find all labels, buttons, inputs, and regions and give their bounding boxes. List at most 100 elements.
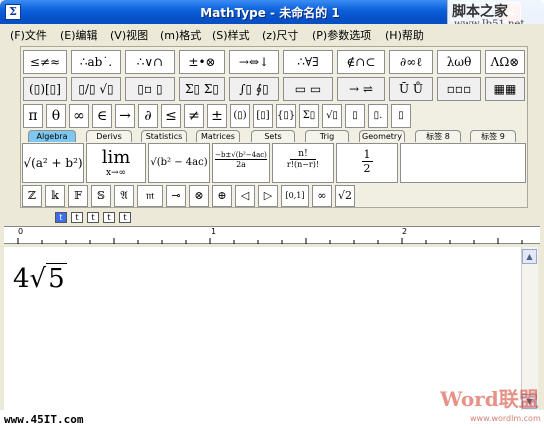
menu-help[interactable]: (H)帮助 xyxy=(385,27,424,43)
symbol-element-of[interactable]: ∈ xyxy=(92,104,112,128)
tab-geometry[interactable]: Geometry xyxy=(359,130,405,142)
template-subscript[interactable]: ▯. xyxy=(368,104,388,128)
palette-labeled-arrows[interactable]: → ⇌ xyxy=(337,77,385,101)
template-combination-num: n! xyxy=(290,149,316,160)
template-braces[interactable]: {▯} xyxy=(276,104,296,128)
palette-summations[interactable]: Σ▯ Σ▯ xyxy=(179,77,225,101)
template-sqrt[interactable]: √▯ xyxy=(322,104,342,128)
menu-view[interactable]: (V)视图 xyxy=(110,27,148,43)
symbol-sqrt-2[interactable]: √2 xyxy=(335,185,355,207)
symbol-triangle-left[interactable]: ◁ xyxy=(235,185,255,207)
watermark-right: Word联盟 xyxy=(440,387,539,411)
equation[interactable]: 4√5 xyxy=(13,263,67,294)
template-limit-label: lim xyxy=(101,147,131,168)
symbol-oplus[interactable]: ⊕ xyxy=(212,185,232,207)
symbol-interval[interactable]: [0,1] xyxy=(281,185,309,207)
template-pythagorean-sqrt[interactable]: √(a² + b²) xyxy=(22,143,84,183)
window-title: MathType - 未命名的 1 xyxy=(200,6,340,20)
template-quadratic-num: −b±√(b²−4ac) xyxy=(215,151,267,160)
nudge-button-1[interactable]: t xyxy=(55,212,67,223)
palette-spaces[interactable]: ∴ab˙. xyxy=(71,50,121,74)
template-quadratic[interactable]: −b±√(b²−4ac) 2a xyxy=(212,143,270,183)
palette-misc[interactable]: ∂∞ℓ xyxy=(389,50,433,74)
symbol-partial[interactable]: ∂ xyxy=(138,104,158,128)
tab-8[interactable]: 标签 8 xyxy=(415,130,461,142)
palette-fences[interactable]: (▯)[▯] xyxy=(23,77,67,101)
symbol-theta[interactable]: θ xyxy=(46,104,66,128)
tab-matrices[interactable]: Matrices xyxy=(196,130,240,142)
tab-sets[interactable]: Sets xyxy=(251,130,295,142)
app-icon[interactable]: Σ xyxy=(5,4,21,20)
symbol-otimes[interactable]: ⊗ xyxy=(189,185,209,207)
symbol-multimap[interactable]: ⊸ xyxy=(166,185,186,207)
palette-greek-upper[interactable]: ΛΩ⊗ xyxy=(485,50,525,74)
symbol-less-equal[interactable]: ≤ xyxy=(161,104,181,128)
nudge-button-3[interactable]: t xyxy=(87,212,99,223)
template-combination[interactable]: n! r!(n−r)! xyxy=(272,143,334,183)
tab-trig[interactable]: Trig xyxy=(305,130,349,142)
ruler-ticks xyxy=(17,238,523,244)
template-superscript[interactable]: ▯ xyxy=(345,104,365,128)
template-pythagorean-label: √(a² + b²) xyxy=(23,156,83,170)
symbol-fraktur-m[interactable]: 𝔪 xyxy=(137,185,163,207)
template-half[interactable]: 1 2 xyxy=(336,143,398,183)
palette-logic[interactable]: ∴∀∃ xyxy=(283,50,333,74)
template-sub-superscript[interactable]: ▯ xyxy=(391,104,411,128)
palette-products[interactable]: Ū Ů xyxy=(389,77,433,101)
tab-9[interactable]: 标签 9 xyxy=(470,130,516,142)
template-combination-den: r!(n−r)! xyxy=(286,160,320,169)
tab-algebra[interactable]: Algebra xyxy=(28,130,76,142)
tab-statistics[interactable]: Statistics xyxy=(141,130,187,142)
menu-edit[interactable]: (E)编辑 xyxy=(60,27,98,43)
template-half-num: 1 xyxy=(361,148,373,162)
palette-embellishments[interactable]: ∴∨∩ xyxy=(125,50,175,74)
palette-integrals[interactable]: ∫▯ ∮▯ xyxy=(229,77,279,101)
template-discriminant-label: √(b² − 4ac) xyxy=(150,157,208,168)
palette-greek-lower[interactable]: λωθ xyxy=(437,50,481,74)
equation-radical-sign: √ xyxy=(29,264,47,294)
nudge-button-5[interactable]: t xyxy=(119,212,131,223)
template-empty-slot[interactable] xyxy=(400,143,526,183)
symbol-pi[interactable]: π xyxy=(23,104,43,128)
symbol-arrow-right[interactable]: → xyxy=(115,104,135,128)
menu-size[interactable]: (z)尺寸 xyxy=(262,27,298,43)
symbol-plus-minus[interactable]: ± xyxy=(207,104,227,128)
symbol-not-equal[interactable]: ≠ xyxy=(184,104,204,128)
palette-matrix-grid[interactable]: ▦▦ xyxy=(485,77,525,101)
template-limit-sub: x→∞ xyxy=(105,168,127,178)
symbol-integers[interactable]: ℤ xyxy=(22,185,42,207)
palette-operators[interactable]: ±•⊗ xyxy=(179,50,225,74)
template-limit[interactable]: lim x→∞ xyxy=(86,143,146,183)
equation-coefficient: 4 xyxy=(13,264,30,294)
scroll-up-arrow[interactable]: ▲ xyxy=(522,249,537,264)
palette-matrices[interactable]: ▫▫▫ xyxy=(437,77,481,101)
menu-style[interactable]: (S)样式 xyxy=(212,27,250,43)
symbol-infinity[interactable]: ∞ xyxy=(69,104,89,128)
palette-relations[interactable]: ≤≠≈ xyxy=(23,50,67,74)
palette-arrows[interactable]: →⇔↓ xyxy=(229,50,279,74)
symbol-s[interactable]: 𝕊 xyxy=(91,185,111,207)
watermark-left: www.45IT.com xyxy=(4,413,84,426)
palette-fractions-radicals[interactable]: ▯/▯ √▯ xyxy=(71,77,121,101)
menu-format[interactable]: (m)格式 xyxy=(160,27,201,43)
template-brackets[interactable]: [▯] xyxy=(253,104,273,128)
nudge-button-4[interactable]: t xyxy=(103,212,115,223)
symbol-fraktur-a[interactable]: 𝔄 xyxy=(114,185,134,207)
nudge-button-2[interactable]: t xyxy=(71,212,83,223)
symbol-field[interactable]: 𝔽 xyxy=(68,185,88,207)
palette-sets[interactable]: ∉∩⊂ xyxy=(337,50,385,74)
symbol-k[interactable]: 𝕜 xyxy=(45,185,65,207)
menu-file[interactable]: (F)文件 xyxy=(10,27,47,43)
template-discriminant[interactable]: √(b² − 4ac) xyxy=(148,143,210,183)
template-sum[interactable]: Σ▯ xyxy=(299,104,319,128)
watermark-brand: 脚本之家 xyxy=(452,4,508,20)
symbol-infinity-bottom[interactable]: ∞ xyxy=(312,185,332,207)
palette-scripts[interactable]: ▯▫ ▯ xyxy=(125,77,175,101)
symbol-triangle-right[interactable]: ▷ xyxy=(258,185,278,207)
palette-bars[interactable]: ▭ ▭ xyxy=(283,77,333,101)
tab-derivs[interactable]: Derivs xyxy=(86,130,132,142)
template-parentheses[interactable]: (▯) xyxy=(230,104,250,128)
template-half-den: 2 xyxy=(363,162,371,175)
template-quadratic-den: 2a xyxy=(236,160,246,169)
menu-preferences[interactable]: (P)参数选项 xyxy=(312,27,371,43)
